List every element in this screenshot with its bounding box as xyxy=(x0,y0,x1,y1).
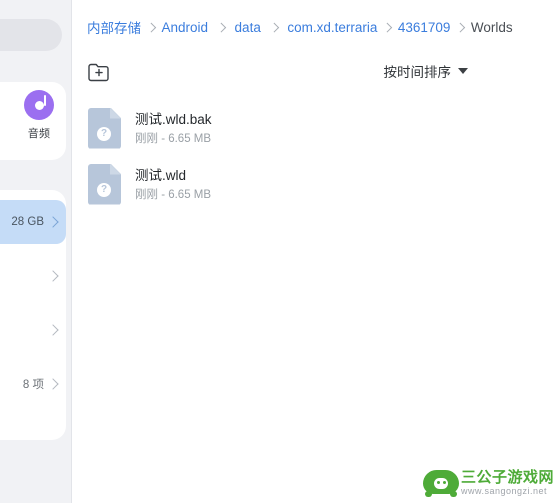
chevron-right-icon xyxy=(456,22,466,32)
list-item[interactable]: ? 测试.wld.bak 刚刚 - 6.65 MB xyxy=(86,100,560,156)
storage-nav-card: 28 GB 8 项 xyxy=(0,190,66,440)
sidebar: 音频 28 GB 8 项 xyxy=(0,0,72,503)
breadcrumb-item-4[interactable]: 4361709 xyxy=(397,20,452,35)
nav-row-3[interactable] xyxy=(0,308,66,352)
main-panel: 内部存储 Android data com.xd.terraria 436170… xyxy=(72,0,560,503)
nav-row-meta: 8 项 xyxy=(22,379,44,391)
unknown-file-icon: ? xyxy=(88,107,121,149)
chevron-right-icon xyxy=(47,378,59,390)
watermark-text: 三公子游戏网 www.sangongzi.net xyxy=(461,469,554,497)
sort-label: 按时间排序 xyxy=(383,65,452,80)
chevron-right-icon xyxy=(216,22,226,32)
sort-dropdown[interactable]: 按时间排序 xyxy=(383,61,468,81)
breadcrumb-item-0[interactable]: 内部存储 xyxy=(86,17,142,37)
chevron-right-icon xyxy=(146,22,156,32)
file-name: 测试.wld xyxy=(135,167,187,183)
chevron-right-icon xyxy=(269,22,279,32)
file-text: 测试.wld.bak 刚刚 - 6.65 MB xyxy=(135,111,212,146)
breadcrumb-item-3[interactable]: com.xd.terraria xyxy=(286,20,378,35)
breadcrumb: 内部存储 Android data com.xd.terraria 436170… xyxy=(86,17,514,37)
file-name: 测试.wld.bak xyxy=(135,111,212,127)
music-note-icon xyxy=(24,90,54,120)
watermark-title: 三公子游戏网 xyxy=(460,469,554,486)
chevron-right-icon xyxy=(383,22,393,32)
breadcrumb-item-2[interactable]: data xyxy=(234,20,262,35)
nav-row-meta: 28 GB xyxy=(11,216,44,228)
watermark-url: www.sangongzi.net xyxy=(460,486,548,496)
file-meta: 刚刚 - 6.65 MB xyxy=(135,188,212,201)
watermark: 三公子游戏网 www.sangongzi.net xyxy=(421,467,554,499)
list-item[interactable]: ? 测试.wld 刚刚 - 6.65 MB xyxy=(86,156,560,212)
file-meta: 刚刚 - 6.65 MB xyxy=(135,132,212,145)
nav-row-2[interactable] xyxy=(0,254,66,298)
sidebar-item-label: 音频 xyxy=(27,128,51,140)
caret-down-icon xyxy=(458,68,468,74)
file-list: ? 测试.wld.bak 刚刚 - 6.65 MB ? 测试.wld 刚刚 - … xyxy=(86,100,560,212)
chevron-right-icon xyxy=(47,270,59,282)
turtle-logo-icon xyxy=(421,467,461,499)
category-card: 音频 xyxy=(0,82,66,160)
chevron-right-icon xyxy=(47,216,59,228)
unknown-file-icon: ? xyxy=(88,163,121,205)
breadcrumb-item-1[interactable]: Android xyxy=(161,20,210,35)
toolbar: 按时间排序 xyxy=(86,60,546,90)
new-folder-icon xyxy=(88,63,109,82)
chevron-right-icon xyxy=(47,324,59,336)
search-input[interactable] xyxy=(0,19,62,51)
breadcrumb-item-current: Worlds xyxy=(470,19,513,35)
nav-row-items[interactable]: 8 项 xyxy=(0,362,66,406)
file-text: 测试.wld 刚刚 - 6.65 MB xyxy=(135,167,211,202)
sidebar-item-audio[interactable]: 音频 xyxy=(16,90,62,141)
file-manager-window: 音频 28 GB 8 项 内部存储 Android data com.xd.te… xyxy=(0,0,560,503)
nav-row-storage[interactable]: 28 GB xyxy=(0,200,66,244)
new-folder-button[interactable] xyxy=(86,60,112,84)
